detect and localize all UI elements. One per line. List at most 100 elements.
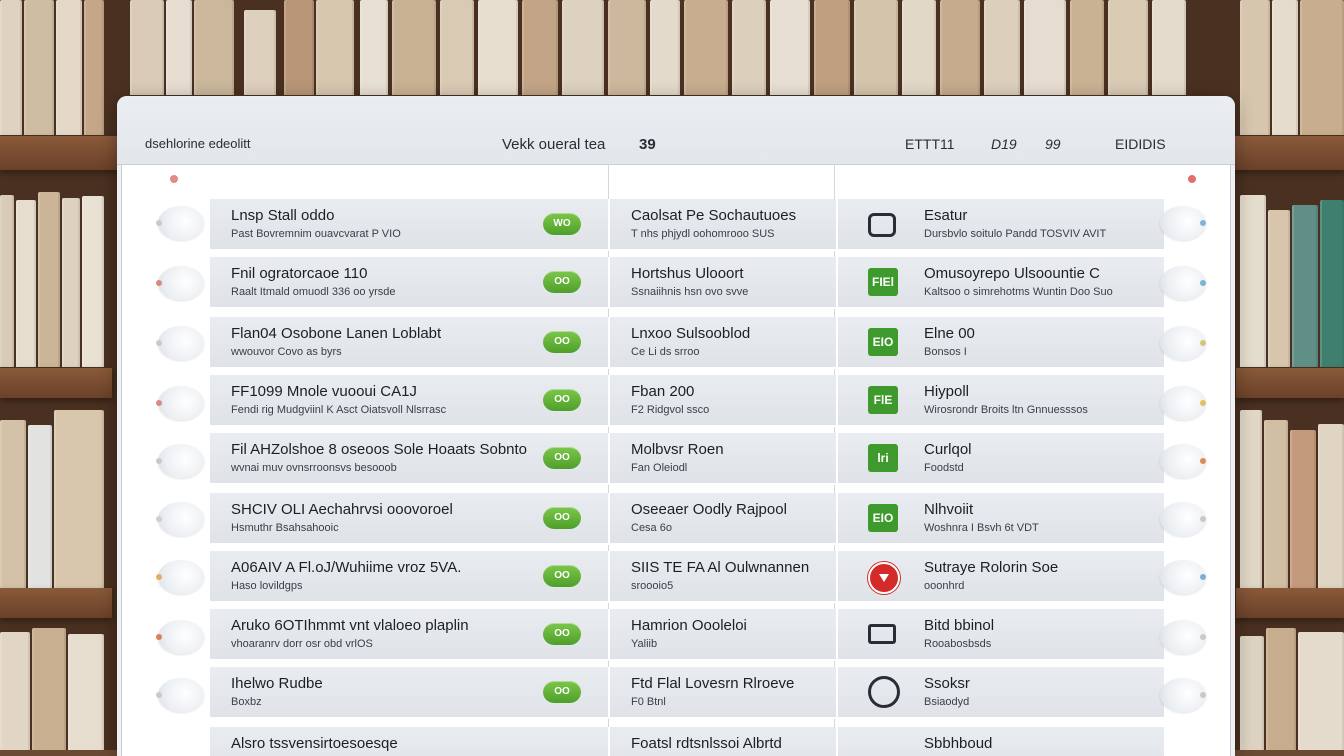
row-secondary-cell: Molbvsr Roen Fan Oleiodl xyxy=(608,433,836,483)
book xyxy=(608,0,646,95)
table-row[interactable]: A06AIV A Fl.oJ/Wuhiime vroz 5VA. Haso lo… xyxy=(210,551,1164,603)
row-tertiary-subtitle: Rooabosbsds xyxy=(924,638,992,650)
row-title: FF1099 Mnole vuooui CA1J xyxy=(231,383,417,400)
row-title: Aruko 6OTIhmmt vnt vlaloeo plaplin xyxy=(231,617,469,634)
side-bubble-left xyxy=(156,620,204,654)
status-badge[interactable]: OO xyxy=(543,389,581,411)
toolbar-item-4[interactable]: EIDIDIS xyxy=(1115,136,1166,152)
row-secondary-cell: Fban 200 F2 Ridgvol ssco xyxy=(608,375,836,425)
row-primary-cell: Alsro tssvensirtoesoesqe xyxy=(210,727,606,756)
row-tertiary-title: Nlhvoiit xyxy=(924,501,974,518)
book xyxy=(24,0,54,135)
row-tertiary-subtitle: Woshnra I Bsvh 6t VDT xyxy=(924,522,1039,534)
book xyxy=(1300,0,1344,135)
row-primary-cell: FF1099 Mnole vuooui CA1J Fendi rig Mudgv… xyxy=(210,375,606,425)
row-tertiary-title: Elne 00 xyxy=(924,325,975,342)
book xyxy=(360,0,388,95)
bubble-pin xyxy=(1200,400,1206,406)
table-row-partial[interactable]: Alsro tssvensirtoesoesqe Foatsl rdtsnlss… xyxy=(210,727,1164,756)
toolbar-item-3[interactable]: 99 xyxy=(1045,136,1061,152)
owl-icon[interactable] xyxy=(868,676,900,708)
row-secondary-cell: Hamrion Oooleloi Yaliib xyxy=(608,609,836,659)
row-secondary-title: Hortshus Ulooort xyxy=(631,265,744,282)
shelf-plank xyxy=(1236,588,1344,618)
row-secondary-subtitle: Ssnaiihnis hsn ovo svve xyxy=(631,286,749,298)
row-subtitle: wwouvor Covo as byrs xyxy=(231,346,342,358)
table-row[interactable]: Fil AHZolshoe 8 oseoos Sole Hoaats Sobnt… xyxy=(210,433,1164,485)
corner-marker xyxy=(170,175,178,183)
row-tertiary-cell: FlE Hiypoll Wirosrondr Broits ltn Gnnues… xyxy=(836,375,1166,425)
row-tertiary-subtitle: Foodstd xyxy=(924,462,964,474)
row-secondary-subtitle: Yaliib xyxy=(631,638,658,650)
green-icon[interactable]: EIO xyxy=(868,504,898,532)
book xyxy=(28,425,52,588)
status-badge[interactable]: OO xyxy=(543,681,581,703)
row-secondary-title: Ftd Flal Lovesrn Rlroeve xyxy=(631,675,795,692)
side-bubble-right xyxy=(1160,502,1206,536)
red-icon[interactable] xyxy=(868,562,900,594)
outline-icon[interactable] xyxy=(868,213,896,237)
bubble-pin xyxy=(156,280,162,286)
row-primary-cell: Lnsp Stall oddo Past Bovremnim ouavcvara… xyxy=(210,199,606,249)
row-tertiary-cell: EIO Elne 00 Bonsos I xyxy=(836,317,1166,367)
table-row[interactable]: FF1099 Mnole vuooui CA1J Fendi rig Mudgv… xyxy=(210,375,1164,427)
row-tertiary-cell: EIO Nlhvoiit Woshnra I Bsvh 6t VDT xyxy=(836,493,1166,543)
book xyxy=(0,0,22,135)
status-badge[interactable]: OO xyxy=(543,565,581,587)
book xyxy=(522,0,558,95)
green-icon[interactable]: FIEl xyxy=(868,268,898,296)
table-row[interactable]: Flan04 Osobone Lanen Loblabt wwouvor Cov… xyxy=(210,317,1164,369)
row-primary-cell: A06AIV A Fl.oJ/Wuhiime vroz 5VA. Haso lo… xyxy=(210,551,606,601)
row-subtitle: wvnai muv ovnsrroonsvs besooob xyxy=(231,462,397,474)
side-bubble-left xyxy=(156,326,204,360)
book xyxy=(1152,0,1186,95)
side-bubble-right xyxy=(1160,560,1206,594)
side-bubble-right xyxy=(1160,444,1206,478)
green-icon[interactable]: lri xyxy=(868,444,898,472)
table-row[interactable]: Lnsp Stall oddo Past Bovremnim ouavcvara… xyxy=(210,199,1164,251)
book xyxy=(194,0,234,95)
green-icon[interactable]: EIO xyxy=(868,328,898,356)
book xyxy=(984,0,1020,95)
row-tertiary-subtitle: Bsiaodyd xyxy=(924,696,970,708)
row-tertiary-title: Sbbhboud xyxy=(924,735,993,752)
row-primary-cell: Flan04 Osobone Lanen Loblabt wwouvor Cov… xyxy=(210,317,606,367)
row-tertiary-title: Sutraye Rolorin Soe xyxy=(924,559,1059,576)
bubble-pin xyxy=(156,516,162,522)
row-tertiary-title: Hiypoll xyxy=(924,383,970,400)
book xyxy=(1108,0,1148,95)
row-subtitle: Past Bovremnim ouavcvarat P VIO xyxy=(231,228,401,240)
toolbar-item-2[interactable]: D19 xyxy=(991,136,1017,152)
table-row[interactable]: SHCIV OLI Aechahrvsi ooovoroel Hsmuthr B… xyxy=(210,493,1164,545)
status-badge[interactable]: WO xyxy=(543,213,581,235)
side-bubble-left xyxy=(156,444,204,478)
bubble-pin xyxy=(1200,458,1206,464)
book xyxy=(1240,0,1270,135)
row-tertiary-cell: Sbbhboud xyxy=(836,727,1166,756)
table-row[interactable]: Fnil ogratorcaoe 110 Raalt Itmald omuodl… xyxy=(210,257,1164,309)
status-badge[interactable]: OO xyxy=(543,623,581,645)
status-badge[interactable]: OO xyxy=(543,447,581,469)
table-row[interactable]: Ihelwo Rudbe Boxbz OO Ftd Flal Lovesrn R… xyxy=(210,667,1164,719)
book xyxy=(440,0,474,95)
side-bubble-right xyxy=(1160,206,1206,240)
row-title: Lnsp Stall oddo xyxy=(231,207,335,224)
book xyxy=(1268,210,1290,367)
toolbar-item-1[interactable]: ETTT11 xyxy=(905,136,955,152)
green-icon[interactable]: FlE xyxy=(868,386,898,414)
status-badge[interactable]: OO xyxy=(543,507,581,529)
table-row[interactable]: Aruko 6OTIhmmt vnt vlaloeo plaplin vhoar… xyxy=(210,609,1164,661)
row-tertiary-cell: Sutraye Rolorin Soe ooonhrd xyxy=(836,551,1166,601)
book xyxy=(166,0,192,95)
bubble-pin xyxy=(1200,340,1206,346)
row-title: Alsro tssvensirtoesoesqe xyxy=(231,735,398,752)
book xyxy=(854,0,898,95)
status-badge[interactable]: OO xyxy=(543,331,581,353)
book xyxy=(62,198,80,367)
status-badge[interactable]: OO xyxy=(543,271,581,293)
row-secondary-title: Hamrion Oooleloi xyxy=(631,617,747,634)
screen-icon[interactable] xyxy=(868,624,896,644)
book xyxy=(1240,636,1264,750)
row-secondary-title: Fban 200 xyxy=(631,383,695,400)
row-secondary-subtitle: F2 Ridgvol ssco xyxy=(631,404,710,416)
